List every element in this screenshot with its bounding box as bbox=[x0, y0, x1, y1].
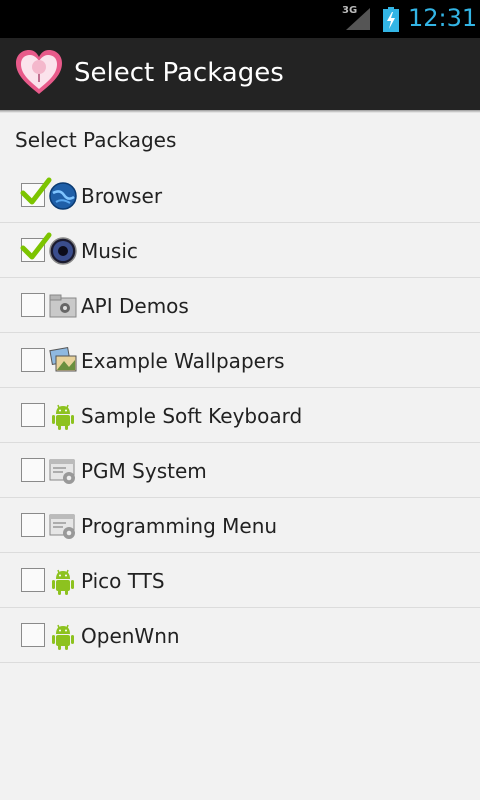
section-header: Select Packages bbox=[15, 128, 177, 152]
signal-strength-icon bbox=[346, 8, 370, 30]
package-label: API Demos bbox=[81, 294, 189, 318]
clock: 12:31 bbox=[408, 4, 478, 32]
package-row[interactable]: OpenWnn bbox=[0, 608, 480, 663]
globe-icon bbox=[48, 181, 78, 211]
folder-gear-icon bbox=[48, 291, 78, 321]
package-row[interactable]: API Demos bbox=[0, 278, 480, 333]
battery-charging-icon bbox=[383, 7, 399, 32]
settings-window-icon bbox=[48, 511, 78, 541]
package-row[interactable]: PGM System bbox=[0, 443, 480, 498]
package-label: Music bbox=[81, 239, 138, 263]
android-icon bbox=[48, 621, 78, 651]
android-icon bbox=[48, 566, 78, 596]
page-title: Select Packages bbox=[74, 58, 284, 88]
status-bar: 3G 12:31 bbox=[0, 0, 480, 38]
package-checkbox[interactable] bbox=[21, 403, 45, 427]
pictures-icon bbox=[48, 346, 78, 376]
package-checkbox[interactable] bbox=[21, 348, 45, 372]
package-row[interactable]: Music bbox=[0, 223, 480, 278]
package-label: Browser bbox=[81, 184, 163, 208]
action-bar: Select Packages bbox=[0, 38, 480, 110]
package-list: Browser Music API Demos Example Wallpapers S… bbox=[0, 168, 480, 663]
speaker-icon bbox=[48, 236, 78, 266]
settings-window-icon bbox=[48, 456, 78, 486]
package-row[interactable]: Browser bbox=[0, 168, 480, 223]
package-label: Example Wallpapers bbox=[81, 349, 285, 373]
package-checkbox[interactable] bbox=[21, 623, 45, 647]
package-row[interactable]: Example Wallpapers bbox=[0, 333, 480, 388]
package-checkbox[interactable] bbox=[21, 458, 45, 482]
package-label: Sample Soft Keyboard bbox=[81, 404, 303, 428]
package-row[interactable]: Pico TTS bbox=[0, 553, 480, 608]
package-label: PGM System bbox=[81, 459, 207, 483]
package-label: Programming Menu bbox=[81, 514, 278, 538]
package-checkbox[interactable] bbox=[20, 232, 52, 262]
package-row[interactable]: Sample Soft Keyboard bbox=[0, 388, 480, 443]
heart-app-icon[interactable] bbox=[14, 48, 64, 98]
package-checkbox[interactable] bbox=[21, 568, 45, 592]
package-label: Pico TTS bbox=[81, 569, 165, 593]
package-checkbox[interactable] bbox=[21, 513, 45, 537]
package-row[interactable]: Programming Menu bbox=[0, 498, 480, 553]
android-icon bbox=[48, 401, 78, 431]
action-bar-shadow bbox=[0, 110, 480, 113]
package-label: OpenWnn bbox=[81, 624, 180, 648]
package-checkbox[interactable] bbox=[20, 177, 52, 207]
package-checkbox[interactable] bbox=[21, 293, 45, 317]
